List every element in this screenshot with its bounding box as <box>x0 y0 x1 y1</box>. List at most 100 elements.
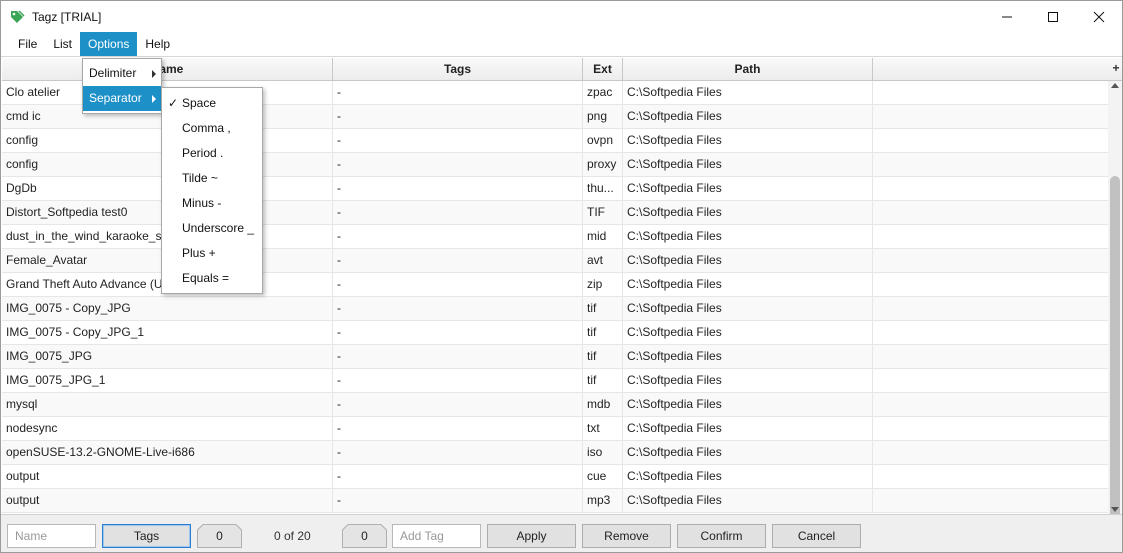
cell-name: output <box>2 489 333 513</box>
cell-empty <box>873 417 1108 441</box>
cell-path: C:\Softpedia Files <box>623 321 873 345</box>
cell-empty <box>873 129 1108 153</box>
cancel-button[interactable]: Cancel <box>772 524 861 548</box>
separator-option-label: Tilde ~ <box>182 171 218 185</box>
scroll-up-icon[interactable] <box>1111 83 1119 88</box>
checkmark-icon: ✓ <box>168 96 179 110</box>
table-row[interactable]: openSUSE-13.2-GNOME-Live-i686- iso C:\Soft… <box>2 441 1108 465</box>
cell-path: C:\Softpedia Files <box>623 393 873 417</box>
maximize-button[interactable] <box>1030 1 1076 32</box>
cell-empty <box>873 393 1108 417</box>
cell-tags: - <box>333 105 583 129</box>
cell-empty <box>873 441 1108 465</box>
tag-icon <box>11 9 25 23</box>
cell-name: mysql <box>2 393 333 417</box>
menu-item-separator[interactable]: Separator <box>83 86 161 111</box>
cell-ext: mdb <box>583 393 623 417</box>
separator-option-plus[interactable]: Plus + <box>162 241 262 266</box>
cell-empty <box>873 225 1108 249</box>
cell-tags: - <box>333 441 583 465</box>
selected-count-badge: 0 <box>342 524 387 548</box>
menu-list[interactable]: List <box>45 32 80 56</box>
table-row[interactable]: IMG_0075_JPG - tif C:\Softpedia Files <box>2 345 1108 369</box>
cell-name: IMG_0075 - Copy_JPG_1 <box>2 321 333 345</box>
menu-file[interactable]: File <box>10 32 45 56</box>
cell-empty <box>873 321 1108 345</box>
cell-empty <box>873 489 1108 513</box>
cell-empty <box>873 201 1108 225</box>
separator-option-label: Equals = <box>182 271 230 285</box>
separator-option-comma[interactable]: Comma , <box>162 116 262 141</box>
submenu-arrow-icon <box>152 70 156 78</box>
cell-tags: - <box>333 129 583 153</box>
item-count-status: 0 of 20 <box>274 529 311 543</box>
cell-path: C:\Softpedia Files <box>623 177 873 201</box>
cell-tags: - <box>333 345 583 369</box>
selected-count: 0 <box>361 529 368 543</box>
cell-path: C:\Softpedia Files <box>623 273 873 297</box>
table-row[interactable]: output - mp3 C:\Softpedia Files <box>2 489 1108 513</box>
scrollbar-thumb[interactable] <box>1110 176 1120 514</box>
menu-options[interactable]: Options <box>80 32 138 56</box>
cell-empty <box>873 249 1108 273</box>
cell-empty <box>873 369 1108 393</box>
cell-ext: tif <box>583 369 623 393</box>
table-row[interactable]: IMG_0075 - Copy_JPG - tif C:\Softpedia File… <box>2 297 1108 321</box>
close-button[interactable] <box>1076 1 1122 32</box>
separator-option-equals[interactable]: Equals = <box>162 266 262 291</box>
options-menu: Delimiter Separator <box>82 58 162 114</box>
cell-ext: png <box>583 105 623 129</box>
separator-option-minus[interactable]: Minus - <box>162 191 262 216</box>
cell-path: C:\Softpedia Files <box>623 201 873 225</box>
add-tag-input[interactable]: Add Tag <box>392 524 481 548</box>
menu-bar: File List Options Help <box>1 32 1122 57</box>
column-header-ext[interactable]: Ext <box>583 58 623 81</box>
separator-option-tilde[interactable]: Tilde ~ <box>162 166 262 191</box>
cell-ext: cue <box>583 465 623 489</box>
cell-tags: - <box>333 417 583 441</box>
menu-help[interactable]: Help <box>137 32 178 56</box>
table-row[interactable]: mysql - mdb C:\Softpedia Files <box>2 393 1108 417</box>
cell-empty <box>873 465 1108 489</box>
cell-ext: thu... <box>583 177 623 201</box>
cell-ext: mp3 <box>583 489 623 513</box>
cell-ext: TIF <box>583 201 623 225</box>
separator-option-space[interactable]: ✓ Space <box>162 91 262 116</box>
cell-path: C:\Softpedia Files <box>623 81 873 105</box>
table-row[interactable]: nodesync - txt C:\Softpedia Files <box>2 417 1108 441</box>
cell-ext: ovpn <box>583 129 623 153</box>
table-row[interactable]: IMG_0075_JPG_1- tif C:\Softpedia Files <box>2 369 1108 393</box>
apply-button[interactable]: Apply <box>487 524 576 548</box>
add-column-icon[interactable]: + <box>1110 58 1122 81</box>
column-header-name[interactable]: Name <box>2 58 333 81</box>
column-header-path[interactable]: Path <box>623 58 873 81</box>
vertical-scrollbar[interactable] <box>1108 81 1122 514</box>
cell-path: C:\Softpedia Files <box>623 225 873 249</box>
separator-option-period[interactable]: Period . <box>162 141 262 166</box>
cell-path: C:\Softpedia Files <box>623 489 873 513</box>
cell-name: IMG_0075 - Copy_JPG <box>2 297 333 321</box>
cell-ext: avt <box>583 249 623 273</box>
table-row[interactable]: output - cue C:\Softpedia Files <box>2 465 1108 489</box>
cell-empty <box>873 297 1108 321</box>
scroll-down-icon[interactable] <box>1111 507 1119 512</box>
tags-button[interactable]: Tags <box>102 524 191 548</box>
title-bar: Tagz [TRIAL] <box>1 1 1122 32</box>
menu-item-label: Delimiter <box>89 66 137 80</box>
table-row[interactable]: IMG_0075 - Copy_JPG_1- tif C:\Softpedia Fi… <box>2 321 1108 345</box>
cell-tags: - <box>333 489 583 513</box>
minimize-button[interactable] <box>984 1 1030 32</box>
menu-item-delimiter[interactable]: Delimiter <box>83 61 161 86</box>
close-icon <box>1093 11 1105 22</box>
cell-path: C:\Softpedia Files <box>623 129 873 153</box>
separator-option-label: Underscore _ <box>182 221 255 235</box>
remove-button[interactable]: Remove <box>582 524 671 548</box>
cell-name: nodesync <box>2 417 333 441</box>
confirm-button[interactable]: Confirm <box>677 524 766 548</box>
name-filter-input[interactable]: Name <box>7 524 96 548</box>
column-header-empty <box>873 58 1108 81</box>
cell-name: output <box>2 465 333 489</box>
column-header-tags[interactable]: Tags <box>333 58 583 81</box>
separator-option-underscore[interactable]: Underscore _ <box>162 216 262 241</box>
separator-option-label: Period . <box>182 146 224 160</box>
